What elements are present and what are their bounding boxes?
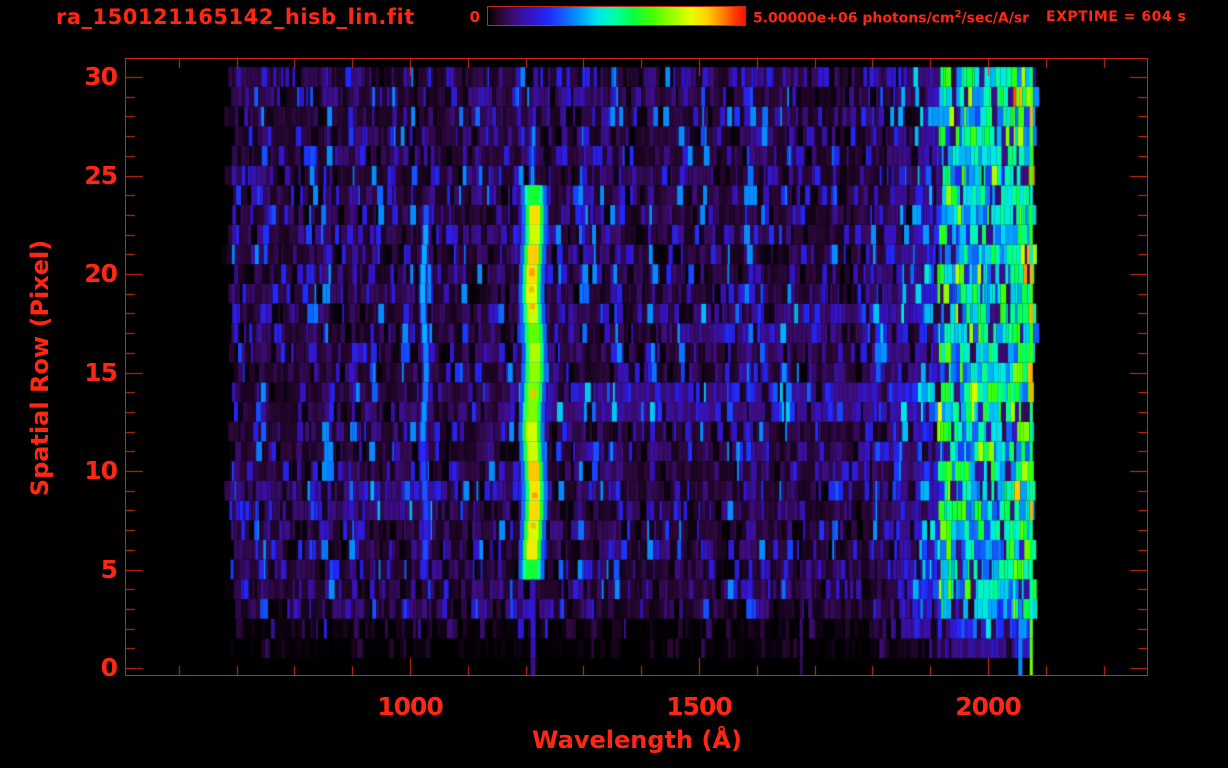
x-tick-label: 1500 — [666, 692, 733, 721]
exposure-time-label: EXPTIME = 604 s — [1046, 9, 1187, 25]
y-tick-label: 30 — [84, 62, 118, 91]
x-axis-title: Wavelength (Å) — [532, 726, 742, 754]
file-title: ra_150121165142_hisb_lin.fit — [56, 5, 415, 29]
spectral-viewer-window: ra_150121165142_hisb_lin.fit 0 5.00000e+… — [0, 0, 1228, 768]
plot-frame — [125, 58, 1148, 676]
x-tick-label: 1000 — [377, 692, 444, 721]
spectral-image-canvas — [126, 59, 1147, 675]
y-tick-label: 20 — [84, 259, 118, 288]
y-tick-label: 0 — [100, 653, 118, 682]
colorbar-min-label: 0 — [469, 8, 480, 26]
y-tick-label: 15 — [84, 357, 118, 387]
y-tick-label: 5 — [100, 554, 118, 584]
colorbar-unit-suffix: /sec/A/sr — [961, 10, 1030, 27]
colorbar — [487, 6, 746, 26]
colorbar-unit-exponent: 2 — [954, 9, 962, 20]
colorbar-max-value: 5.00000e+06 photons/cm — [753, 10, 955, 27]
y-tick-label: 10 — [84, 456, 118, 485]
y-tick-label: 25 — [84, 160, 118, 190]
x-tick-label: 2000 — [955, 692, 1022, 721]
colorbar-max-label: 5.00000e+06 photons/cm2/sec/A/sr — [753, 9, 1029, 27]
